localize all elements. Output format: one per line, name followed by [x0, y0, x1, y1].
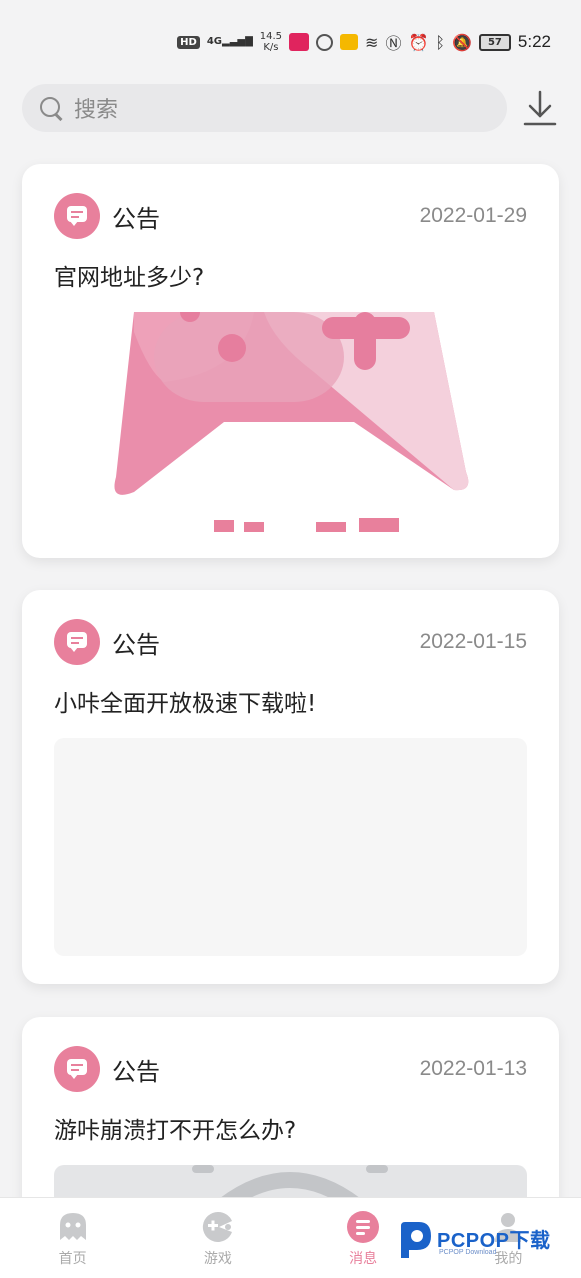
post-date: 2022-01-15 — [419, 630, 527, 653]
circle-notification-icon — [316, 33, 334, 51]
alarm-icon: ⏰ — [408, 32, 429, 52]
post-card[interactable]: 公告 2022-01-29 官网地址多少? — [22, 164, 559, 558]
post-card[interactable]: 公告 2022-01-15 小咔全面开放极速下载啦! — [22, 590, 559, 984]
watermark-sub: PCPOP Download — [439, 1249, 497, 1256]
card-header: 公告 2022-01-29 — [54, 192, 527, 240]
tab-label: 首页 — [58, 1251, 87, 1267]
status-bar: HD 4G▂▃▅▇ 14.5 K/s ≋ Ⓝ ⏰ ᛒ 🔕 57 5:22 — [0, 0, 581, 70]
post-type: 公告 — [112, 204, 160, 233]
post-title: 游咔崩溃打不开怎么办? — [54, 1118, 297, 1144]
network-speed: 14.5 K/s — [259, 31, 283, 53]
post-title: 官网地址多少? — [54, 265, 205, 291]
gamepad-illustration — [114, 312, 469, 532]
clock: 5:22 — [517, 32, 551, 51]
post-type: 公告 — [112, 630, 160, 659]
search-icon — [38, 95, 64, 121]
message-icon — [347, 1211, 380, 1243]
search-placeholder: 搜索 — [74, 98, 119, 123]
watermark: PCPOP下载 PCPOP Download — [395, 1218, 575, 1264]
tab-home[interactable]: 首页 — [0, 1198, 145, 1278]
post-type: 公告 — [112, 1057, 160, 1086]
post-title: 小咔全面开放极速下载啦! — [54, 691, 317, 717]
gamepad-icon — [202, 1211, 232, 1242]
mail-notification-icon — [340, 34, 359, 50]
tab-label: 游戏 — [203, 1251, 232, 1267]
card-header: 公告 2022-01-15 — [54, 618, 527, 666]
announcement-icon — [54, 1046, 100, 1092]
post-image-placeholder — [54, 738, 527, 956]
nfc-icon: Ⓝ — [385, 34, 402, 53]
app-notification-icon — [289, 33, 310, 51]
post-date: 2022-01-13 — [419, 1057, 527, 1080]
battery-icon: 57 — [478, 33, 511, 51]
bluetooth-icon: ᛒ — [435, 32, 445, 52]
tab-games[interactable]: 游戏 — [145, 1198, 290, 1278]
hd-badge: HD — [177, 35, 200, 49]
card-header: 公告 2022-01-13 — [54, 1045, 527, 1093]
wifi-icon: ≋ — [365, 32, 379, 52]
announcement-icon — [54, 619, 100, 665]
status-icons: HD 4G▂▃▅▇ 14.5 K/s ≋ Ⓝ ⏰ ᛒ 🔕 57 5:22 — [177, 30, 551, 54]
search-input[interactable]: 搜索 — [22, 84, 507, 132]
signal-icon: 4G▂▃▅▇ — [206, 36, 253, 47]
tab-label: 消息 — [349, 1251, 378, 1267]
announcement-icon — [54, 193, 100, 239]
post-date: 2022-01-29 — [419, 204, 527, 227]
download-icon[interactable] — [520, 88, 560, 128]
ghost-icon — [59, 1213, 86, 1240]
mute-icon: 🔕 — [451, 32, 472, 52]
post-image — [54, 312, 527, 532]
watermark-logo-icon — [401, 1222, 431, 1258]
